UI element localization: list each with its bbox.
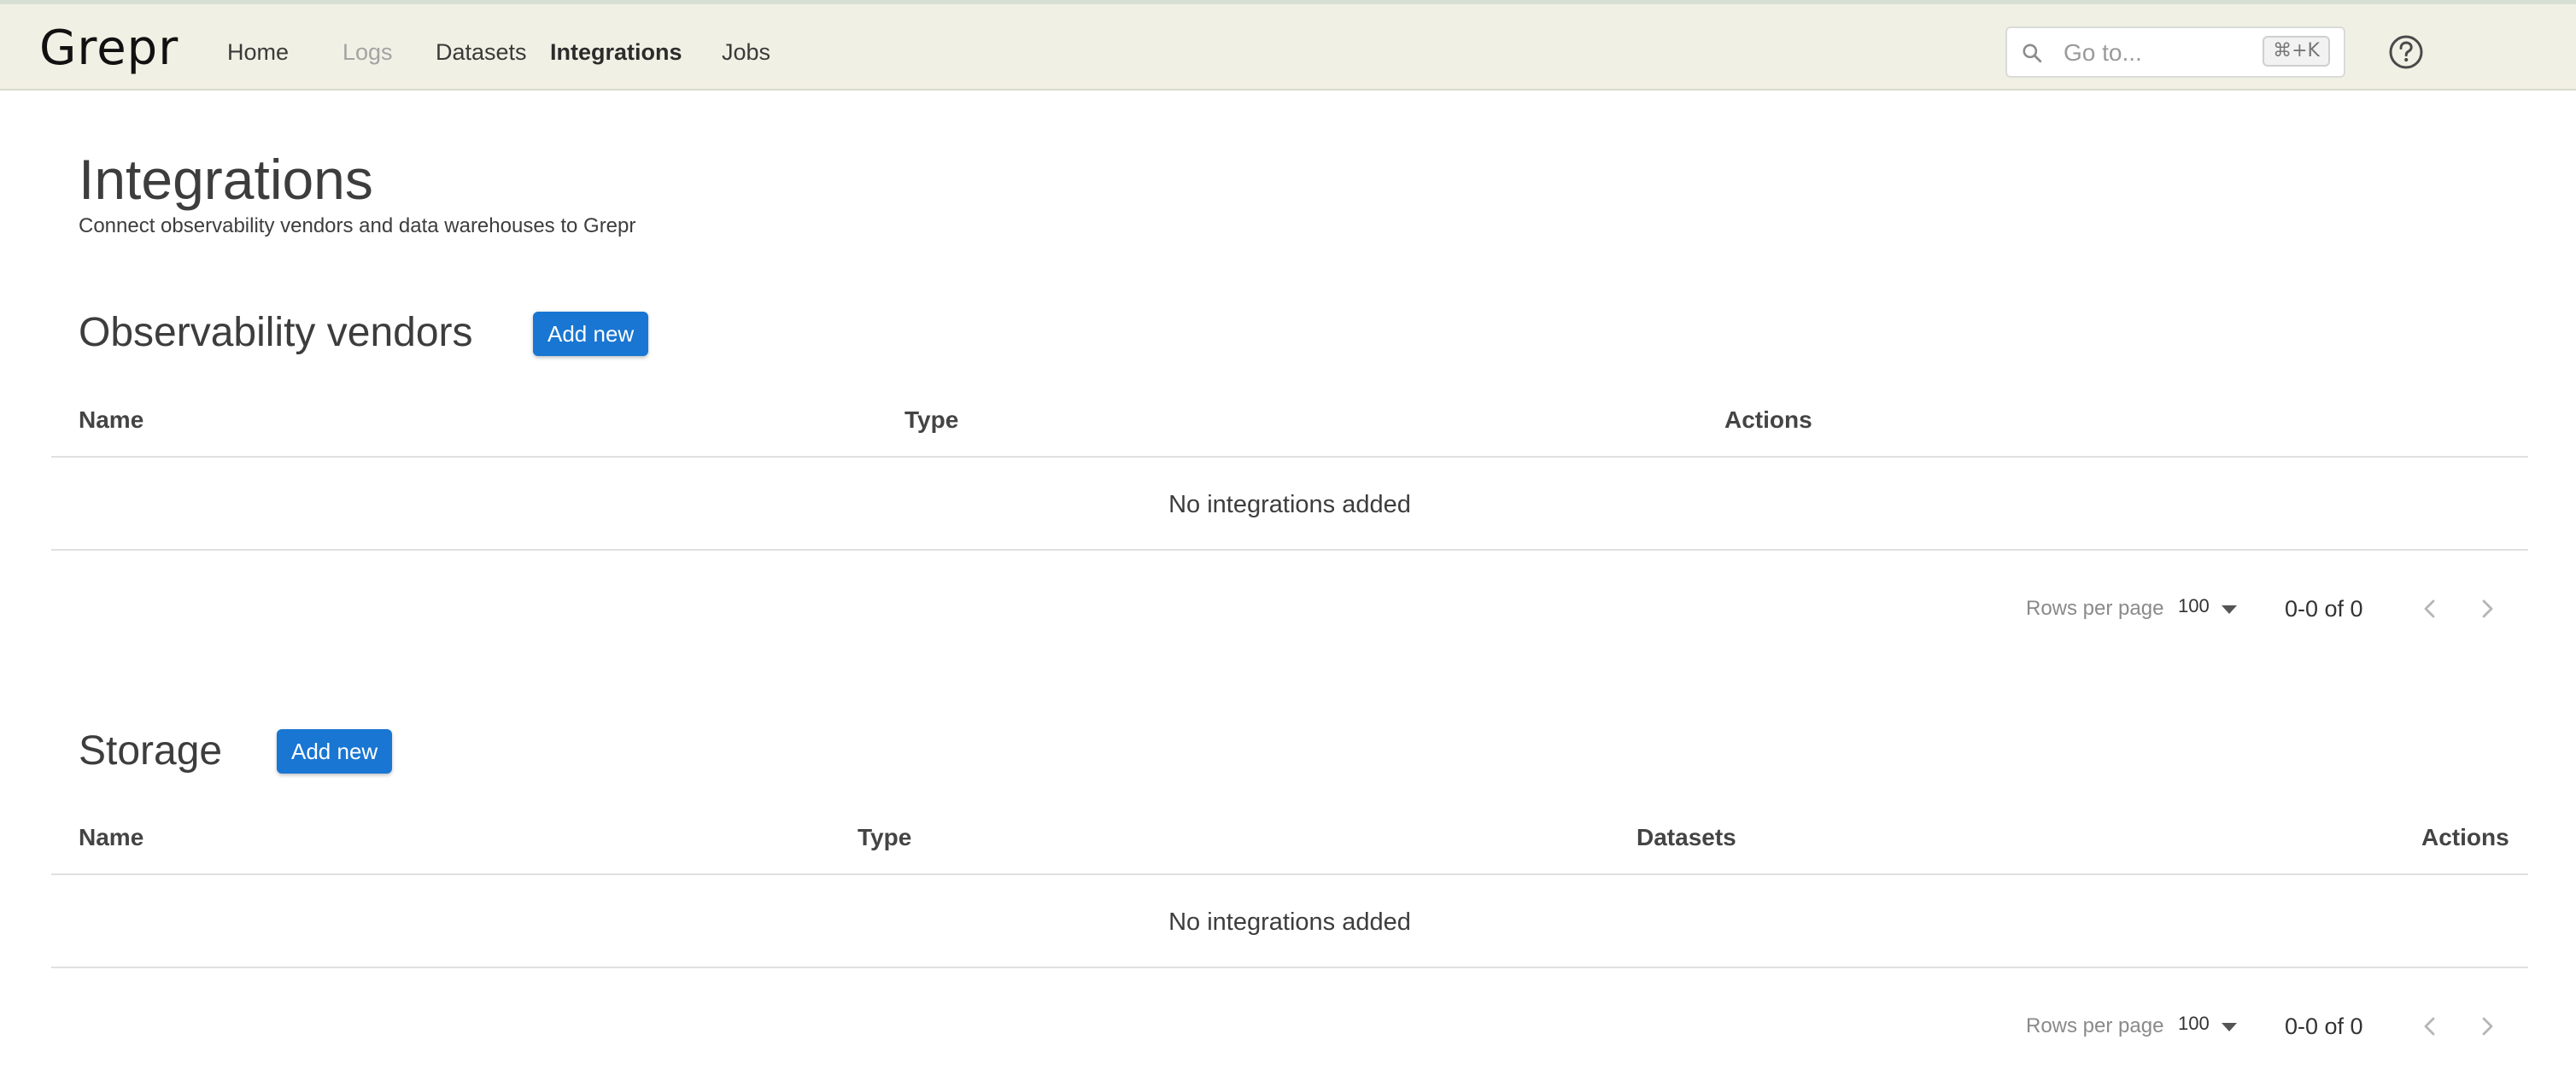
empty-table-message: No integrations added [1168, 491, 1411, 518]
shortcut-hint: ⌘+K [2263, 36, 2330, 67]
rows-per-page-select[interactable]: 100 [2178, 1012, 2210, 1036]
nav-jobs[interactable]: Jobs [722, 35, 770, 69]
chevron-left-icon[interactable] [2417, 596, 2443, 622]
chevron-down-icon[interactable] [2222, 1023, 2237, 1031]
help-icon[interactable] [2387, 33, 2425, 71]
pagination-range: 0-0 of 0 [2285, 1014, 2363, 1039]
chevron-right-icon[interactable] [2474, 1014, 2500, 1039]
top-nav-bar: Grepr Home Logs Datasets Integrations Jo… [0, 0, 2576, 91]
rows-per-page-label: Rows per page [2026, 597, 2164, 620]
table-divider [51, 549, 2528, 551]
grepr-logo[interactable]: Grepr [39, 21, 179, 76]
search-input[interactable] [2062, 37, 2270, 69]
nav-integrations[interactable]: Integrations [550, 35, 682, 69]
column-header-actions: Actions [1724, 406, 1812, 433]
nav-logs[interactable]: Logs [342, 35, 393, 69]
column-header-name[interactable]: Name [79, 405, 143, 435]
page-title: Integrations [79, 148, 373, 211]
column-header-actions: Actions [2421, 824, 2509, 850]
column-header-name[interactable]: Name [79, 822, 143, 853]
page-subtitle: Connect observability vendors and data w… [79, 214, 636, 237]
column-header-datasets[interactable]: Datasets [1636, 822, 1736, 853]
nav-datasets[interactable]: Datasets [436, 35, 527, 69]
column-header-type[interactable]: Type [905, 405, 958, 435]
go-to-search[interactable]: ⌘+K [2005, 26, 2345, 78]
chevron-left-icon[interactable] [2417, 1014, 2443, 1039]
table-divider [51, 873, 2528, 875]
storage-title: Storage [79, 728, 223, 774]
add-storage-button[interactable]: Add new [277, 729, 393, 774]
pagination-range: 0-0 of 0 [2285, 596, 2363, 622]
nav-home[interactable]: Home [227, 35, 289, 69]
column-header-type[interactable]: Type [858, 822, 911, 853]
chevron-down-icon[interactable] [2222, 605, 2237, 614]
search-icon [2023, 44, 2042, 63]
chevron-right-icon[interactable] [2474, 596, 2500, 622]
table-divider [51, 967, 2528, 968]
empty-table-message: No integrations added [1168, 908, 1411, 936]
rows-per-page-label: Rows per page [2026, 1014, 2164, 1037]
observability-vendors-title: Observability vendors [79, 310, 473, 355]
table-divider [51, 456, 2528, 458]
rows-per-page-select[interactable]: 100 [2178, 594, 2210, 618]
add-observability-vendor-button[interactable]: Add new [533, 312, 649, 356]
